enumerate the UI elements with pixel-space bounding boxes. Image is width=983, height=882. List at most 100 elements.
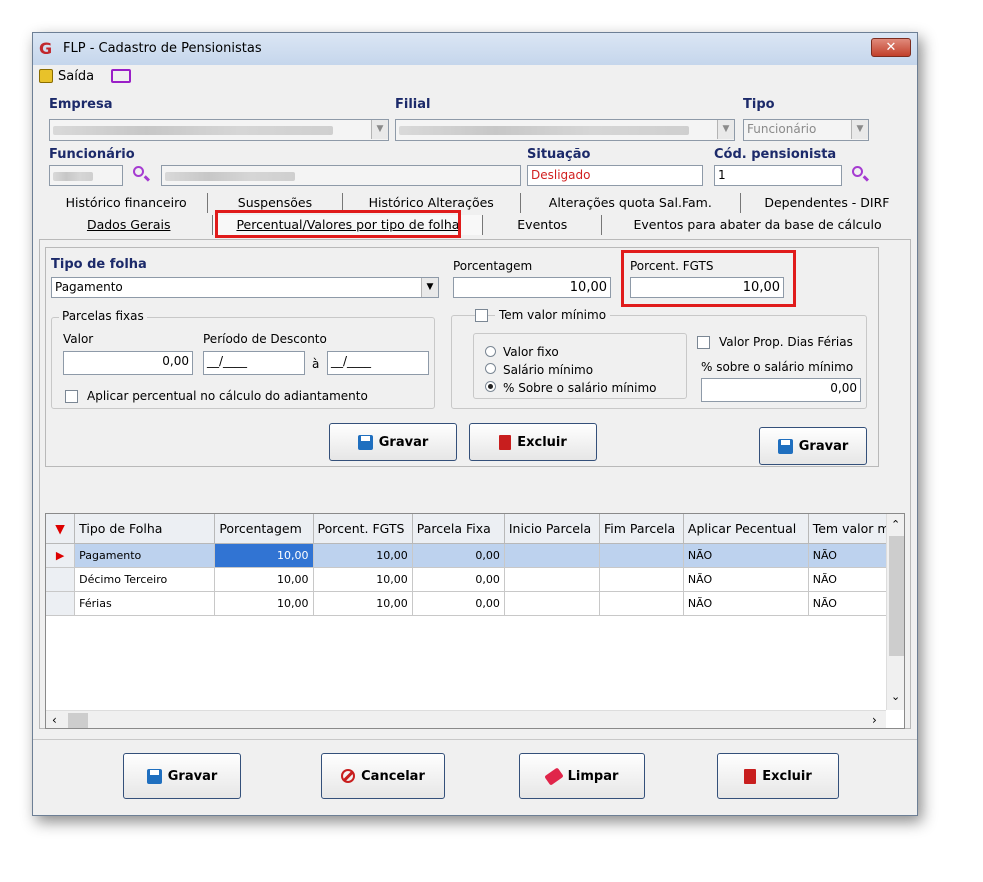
cell-parcela-fixa[interactable]: 0,00 (412, 591, 505, 616)
chevron-down-icon[interactable]: ▼ (717, 120, 734, 139)
cancel-button[interactable]: Cancelar (321, 753, 445, 799)
porcentagem-input[interactable]: 10,00 (453, 277, 611, 298)
tem-valor-minimo-label: Tem valor mínimo (495, 308, 611, 322)
scroll-thumb[interactable] (68, 713, 88, 728)
tab-eventos[interactable]: Eventos (483, 215, 603, 235)
periodo-from-input[interactable]: __/____ (203, 351, 305, 375)
cell-aplicar-percentual[interactable]: NÃO (683, 543, 809, 568)
cell-fim-parcela[interactable] (599, 567, 684, 592)
gravar-item-button[interactable]: Gravar (329, 423, 457, 461)
cell-aplicar-percentual[interactable]: NÃO (683, 591, 809, 616)
periodo-separator: à (312, 357, 320, 371)
valor-prop-checkbox[interactable] (697, 336, 710, 349)
cell-tem-valor-minimo[interactable]: NÃO (808, 543, 886, 568)
cell-porcent-fgts[interactable]: 10,00 (313, 543, 413, 568)
funcionario-code-field[interactable] (49, 165, 123, 186)
scroll-thumb[interactable] (889, 536, 904, 656)
tem-valor-minimo-checkbox[interactable] (475, 309, 488, 322)
cell-fim-parcela[interactable] (599, 543, 684, 568)
cell-aplicar-percentual[interactable]: NÃO (683, 567, 809, 592)
radio-salario-minimo[interactable] (485, 363, 496, 374)
table-row[interactable]: Férias 10,00 10,00 0,00 NÃO NÃO (46, 591, 886, 616)
excluir-item-button[interactable]: Excluir (469, 423, 597, 461)
periodo-to-input[interactable]: __/____ (327, 351, 429, 375)
pct-sobre-input[interactable]: 0,00 (701, 378, 861, 402)
radio-valor-fixo[interactable] (485, 346, 496, 357)
delete-button[interactable]: Excluir (717, 753, 839, 799)
valor-prop-label: Valor Prop. Dias Férias (719, 335, 853, 349)
row-selector[interactable] (46, 591, 76, 616)
clear-button[interactable]: Limpar (519, 753, 645, 799)
cell-inicio-parcela[interactable] (504, 567, 601, 592)
cell-porcentagem[interactable]: 10,00 (214, 591, 314, 616)
cell-inicio-parcela[interactable] (504, 543, 601, 568)
porcentagem-label: Porcentagem (453, 259, 533, 273)
save-button[interactable]: Gravar (123, 753, 241, 799)
tab-alteracoes-quota[interactable]: Alterações quota Sal.Fam. (521, 193, 741, 213)
vertical-scrollbar[interactable]: ⌃ ⌄ (886, 514, 904, 710)
search-icon[interactable] (133, 166, 151, 182)
radio-pct-salario[interactable] (485, 381, 496, 392)
trash-icon (744, 768, 757, 784)
tipo-select[interactable]: Funcionário ▼ (743, 119, 869, 141)
cell-porcent-fgts[interactable]: 10,00 (313, 567, 413, 592)
grid-header-parcela-fixa[interactable]: Parcela Fixa (412, 514, 505, 544)
gravar-valor-minimo-button[interactable]: Gravar (759, 427, 867, 465)
tab-eventos-abater[interactable]: Eventos para abater da base de cálculo (602, 215, 913, 235)
chevron-up-icon[interactable]: ⌃ (891, 518, 900, 531)
chevron-left-icon[interactable]: ‹ (52, 713, 57, 727)
table-row[interactable]: ▶ Pagamento 10,00 10,00 0,00 NÃO NÃO (46, 543, 886, 568)
cod-pensionista-label: Cód. pensionista (714, 147, 837, 162)
grid-header-inicio-parcela[interactable]: Inicio Parcela (504, 514, 601, 544)
grid-header-tipo-folha[interactable]: Tipo de Folha (74, 514, 216, 544)
monitor-icon[interactable] (111, 69, 131, 83)
tipo-label: Tipo (743, 97, 775, 112)
cell-inicio-parcela[interactable] (504, 591, 601, 616)
tab-dependentes-dirf[interactable]: Dependentes - DIRF (741, 193, 913, 213)
grid-header-aplicar-percentual[interactable]: Aplicar Pecentual (683, 514, 809, 544)
grid-header-fim-parcela[interactable]: Fim Parcela (599, 514, 684, 544)
chevron-down-icon[interactable]: ▼ (371, 120, 388, 139)
cell-tem-valor-minimo[interactable]: NÃO (808, 591, 886, 616)
funcionario-label: Funcionário (49, 147, 135, 162)
cell-porcent-fgts[interactable]: 10,00 (313, 591, 413, 616)
radio-pct-salario-label: % Sobre o salário mínimo (503, 381, 657, 395)
cell-tipo-folha[interactable]: Décimo Terceiro (74, 567, 216, 592)
grid-sort-indicator[interactable]: ▼ (46, 514, 76, 544)
table-row[interactable]: Décimo Terceiro 10,00 10,00 0,00 NÃO NÃO (46, 567, 886, 592)
tab-historico-financeiro[interactable]: Histórico financeiro (45, 193, 209, 213)
valor-input[interactable]: 0,00 (63, 351, 193, 375)
grid-header-porcent-fgts[interactable]: Porcent. FGTS (313, 514, 413, 544)
search-icon[interactable] (852, 166, 870, 182)
cell-tipo-folha[interactable]: Pagamento (74, 543, 216, 568)
title-bar[interactable]: G FLP - Cadastro de Pensionistas ✕ (33, 33, 917, 65)
gravar-item-label: Gravar (378, 434, 429, 450)
cell-porcentagem[interactable]: 10,00 (214, 543, 314, 568)
chevron-right-icon[interactable]: › (872, 713, 877, 727)
chevron-down-icon[interactable]: ▼ (421, 278, 438, 297)
close-button[interactable]: ✕ (871, 38, 911, 57)
cell-parcela-fixa[interactable]: 0,00 (412, 543, 505, 568)
row-selector[interactable] (46, 567, 76, 592)
cell-porcentagem[interactable]: 10,00 (214, 567, 314, 592)
cell-tem-valor-minimo[interactable]: NÃO (808, 567, 886, 592)
tab-dados-gerais[interactable]: Dados Gerais (45, 215, 214, 235)
situacao-label: Situação (527, 147, 591, 162)
cell-tipo-folha[interactable]: Férias (74, 591, 216, 616)
horizontal-scrollbar[interactable]: ‹ › (46, 710, 886, 728)
exit-menu-item[interactable]: Saída (58, 69, 94, 84)
empresa-select[interactable]: ▼ (49, 119, 389, 141)
aplicar-percentual-checkbox[interactable] (65, 390, 78, 403)
grid-header-porcentagem[interactable]: Porcentagem (214, 514, 314, 544)
row-indicator-icon[interactable]: ▶ (46, 543, 76, 568)
chevron-down-icon[interactable]: ⌄ (891, 690, 900, 703)
trash-icon (499, 434, 512, 450)
grid-header-tem-valor-minimo[interactable]: Tem valor mín (808, 514, 886, 544)
chevron-down-icon[interactable]: ▼ (851, 120, 868, 139)
cod-pensionista-field[interactable]: 1 (714, 165, 842, 186)
tipo-folha-select[interactable]: Pagamento ▼ (51, 277, 439, 298)
cell-parcela-fixa[interactable]: 0,00 (412, 567, 505, 592)
cell-fim-parcela[interactable] (599, 591, 684, 616)
filial-select[interactable]: ▼ (395, 119, 735, 141)
cancel-icon (341, 769, 356, 783)
